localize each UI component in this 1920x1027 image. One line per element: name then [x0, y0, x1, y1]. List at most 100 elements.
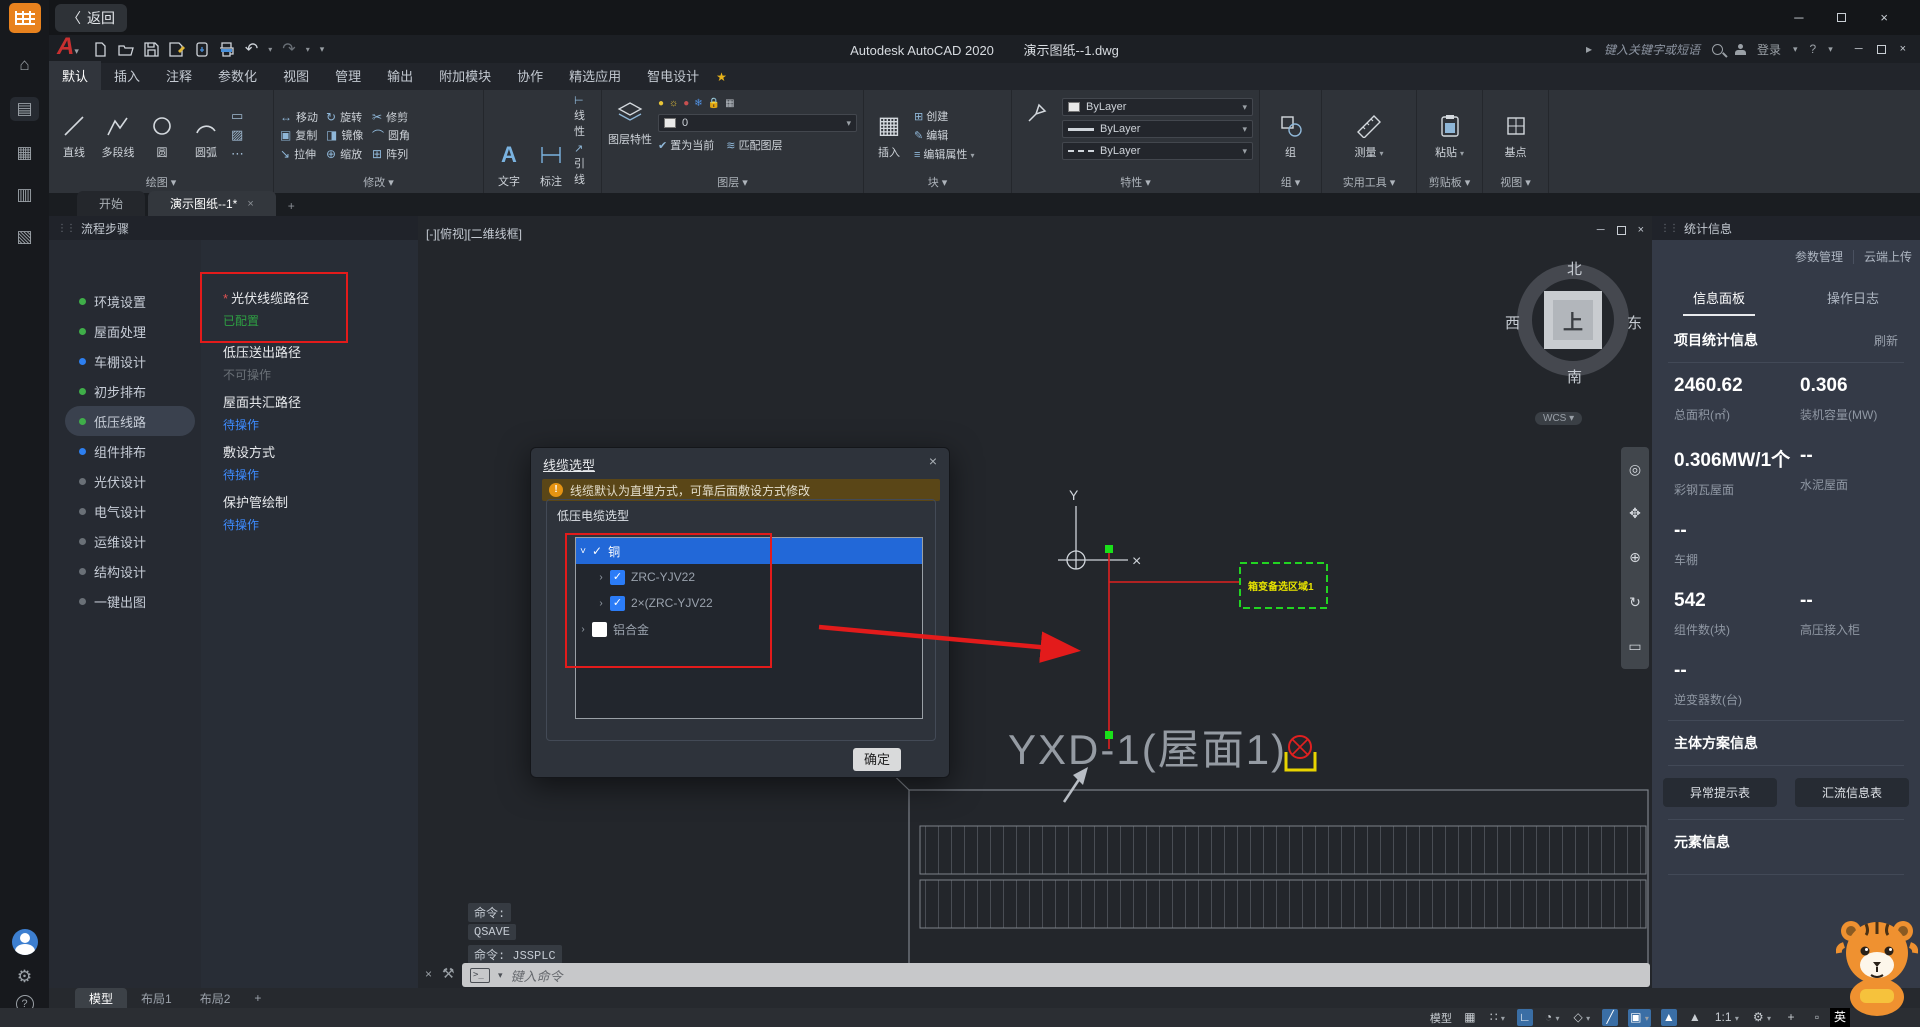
file-tab-close-icon[interactable]: ×	[247, 198, 253, 210]
file-tab-start[interactable]: 开始	[77, 191, 145, 216]
leader-button[interactable]: ↗引线	[574, 142, 595, 187]
viewcube[interactable]: 上	[1544, 291, 1602, 349]
pan-icon[interactable]: ✥	[1629, 505, 1641, 522]
color-select[interactable]: ByLayer ▾	[1062, 98, 1253, 116]
new-file-icon[interactable]	[93, 42, 108, 57]
group-label-clipboard[interactable]: 剪贴板 ▾	[1417, 176, 1482, 193]
linetype-select[interactable]: ByLayer ▾	[1062, 142, 1253, 160]
plugin-logo-icon[interactable]	[9, 3, 41, 33]
plot-icon[interactable]	[219, 42, 235, 57]
annotation-visibility-icon[interactable]: ▲	[1661, 1009, 1677, 1026]
layout-tab-model[interactable]: 模型	[75, 988, 127, 1009]
panel-toggle-4-icon[interactable]: ▧	[16, 227, 32, 247]
model-space-indicator[interactable]: 模型	[1430, 1010, 1452, 1026]
create-block-button[interactable]: ⊞创建	[914, 108, 975, 124]
user-avatar[interactable]	[12, 929, 38, 955]
check-icon[interactable]: ✓	[592, 544, 602, 558]
dialog-close-icon[interactable]: ×	[929, 453, 937, 469]
tab-smart-electric[interactable]: 智电设计	[634, 61, 712, 90]
help-caret-icon[interactable]: ▾	[1828, 44, 1833, 55]
nav-electrical-design[interactable]: 电气设计	[65, 496, 195, 526]
layer-select[interactable]: 0 ▾	[658, 114, 857, 132]
chevron-down-icon[interactable]: ˅	[576, 546, 590, 557]
process-panel-header[interactable]: ⋮⋮ 流程步骤	[49, 216, 418, 240]
new-layout-button[interactable]: +	[244, 991, 271, 1005]
tab-manage[interactable]: 管理	[322, 61, 374, 90]
panel-toggle-3-icon[interactable]: ▥	[16, 185, 32, 205]
ok-button[interactable]: 确定	[853, 748, 901, 771]
search-input[interactable]: 键入关键字或短语	[1604, 41, 1700, 58]
file-tab-document[interactable]: 演示图纸--1* ×	[148, 191, 276, 216]
layer-state-icons[interactable]: ●☼●❄🔒▦	[658, 98, 857, 109]
step-lv-outgoing-path[interactable]: 低压送出路径 不可操作	[223, 342, 301, 383]
chevron-right-icon[interactable]: ›	[594, 598, 608, 609]
linear-dim-button[interactable]: ⊢线性	[574, 94, 595, 139]
array-button[interactable]: ⊞阵列	[372, 146, 410, 162]
tree-item-zrc-yjv22[interactable]: › ✓ ZRC-YJV22	[576, 564, 922, 590]
steering-wheel-icon[interactable]: ◎	[1629, 461, 1641, 478]
tab-collaborate[interactable]: 协作	[504, 61, 556, 90]
tab-output[interactable]: 输出	[374, 61, 426, 90]
compass-south[interactable]: 南	[1567, 366, 1582, 387]
compass-north[interactable]: 北	[1567, 258, 1582, 279]
help-menu-icon[interactable]: ?	[1810, 42, 1817, 56]
group-label-utilities[interactable]: 实用工具 ▾	[1322, 176, 1416, 193]
ortho-toggle-icon[interactable]: ∟	[1517, 1009, 1533, 1026]
save-icon[interactable]	[144, 42, 159, 57]
app-minimize-button[interactable]: ─	[1855, 43, 1863, 55]
tree-item-aluminum[interactable]: › 铝合金	[576, 616, 922, 642]
settings-gear-icon[interactable]: ⚙	[17, 967, 32, 987]
zoom-icon[interactable]: ⊕	[1629, 549, 1641, 566]
command-caret-icon[interactable]: ▾	[498, 970, 503, 981]
step-laying-method[interactable]: 敷设方式 待操作	[223, 442, 275, 483]
grid-toggle-icon[interactable]: ▦	[1462, 1009, 1478, 1026]
view-compass[interactable]: 北 西 东 南 上	[1517, 264, 1629, 376]
edit-attributes-button[interactable]: ≡编辑属性 ▾	[914, 146, 975, 162]
tree-item-2x-zrc-yjv22[interactable]: › ✓ 2×(ZRC-YJV22	[576, 590, 922, 616]
checkbox-unchecked[interactable]	[592, 622, 607, 637]
app-close-button[interactable]: ×	[1900, 43, 1906, 55]
group-label-layers[interactable]: 图层 ▾	[602, 176, 863, 193]
nav-env-settings[interactable]: 环境设置	[65, 286, 195, 316]
compass-east[interactable]: 东	[1627, 312, 1642, 333]
panel-toggle-1-icon[interactable]: ▤	[10, 97, 38, 121]
match-layer-button[interactable]: ≋ 匹配图层	[726, 137, 782, 153]
circle-button[interactable]: 圆	[143, 111, 181, 160]
command-wrench-icon[interactable]: ⚒	[442, 965, 455, 982]
orbit-icon[interactable]: ↻	[1629, 594, 1641, 611]
nav-module-layout[interactable]: 组件排布	[65, 436, 195, 466]
undo-icon[interactable]: ↶	[245, 39, 258, 59]
dimension-button[interactable]: 标注	[532, 140, 570, 189]
tiger-mascot[interactable]	[1836, 915, 1918, 1022]
chevron-right-icon[interactable]: ›	[576, 624, 590, 635]
basepoint-button[interactable]: 基点	[1497, 111, 1535, 160]
layer-properties-button[interactable]: 图层特性	[608, 98, 652, 147]
cable-type-tree[interactable]: ˅ ✓ 铜 › ✓ ZRC-YJV22 › ✓ 2×(ZRC-YJV22 › 铝…	[575, 537, 923, 719]
stretch-button[interactable]: ↘拉伸	[280, 146, 318, 162]
open-from-mobile-icon[interactable]	[196, 42, 209, 57]
tab-info-panel[interactable]: 信息面板	[1652, 282, 1786, 312]
group-label-modify[interactable]: 修改 ▾	[274, 176, 483, 193]
nav-structural-design[interactable]: 结构设计	[65, 556, 195, 586]
abnormal-tips-button[interactable]: 异常提示表	[1663, 778, 1777, 807]
command-input[interactable]: 键入命令	[511, 966, 563, 985]
layout-tab-1[interactable]: 布局1	[127, 988, 186, 1009]
tab-annotate[interactable]: 注释	[153, 61, 205, 90]
home-icon[interactable]: ⌂	[19, 55, 29, 75]
edit-block-button[interactable]: ✎编辑	[914, 127, 975, 143]
tab-operation-log[interactable]: 操作日志	[1786, 282, 1920, 312]
app-maximize-button[interactable]	[1877, 45, 1886, 54]
isodraft-icon[interactable]: ◇ ▾	[1572, 1009, 1593, 1027]
osnap-toggle-icon[interactable]: ╱	[1602, 1009, 1618, 1026]
combiner-info-button[interactable]: 汇流信息表	[1795, 778, 1909, 807]
autoscale-icon[interactable]: ▲	[1687, 1009, 1703, 1026]
osnap-settings-icon[interactable]: ▣ ▾	[1628, 1009, 1651, 1027]
stats-panel-header[interactable]: ⋮⋮ 统计信息	[1652, 216, 1920, 240]
step-roof-bus-path[interactable]: 屋面共汇路径 待操作	[223, 392, 301, 433]
checkbox-checked[interactable]: ✓	[610, 570, 625, 585]
quick-properties-icon[interactable]: ▫	[1809, 1009, 1825, 1026]
command-close-icon[interactable]: ×	[425, 967, 432, 981]
tree-item-copper[interactable]: ˅ ✓ 铜	[576, 538, 922, 564]
nav-om-design[interactable]: 运维设计	[65, 526, 195, 556]
copy-button[interactable]: ▣复制	[280, 127, 318, 144]
